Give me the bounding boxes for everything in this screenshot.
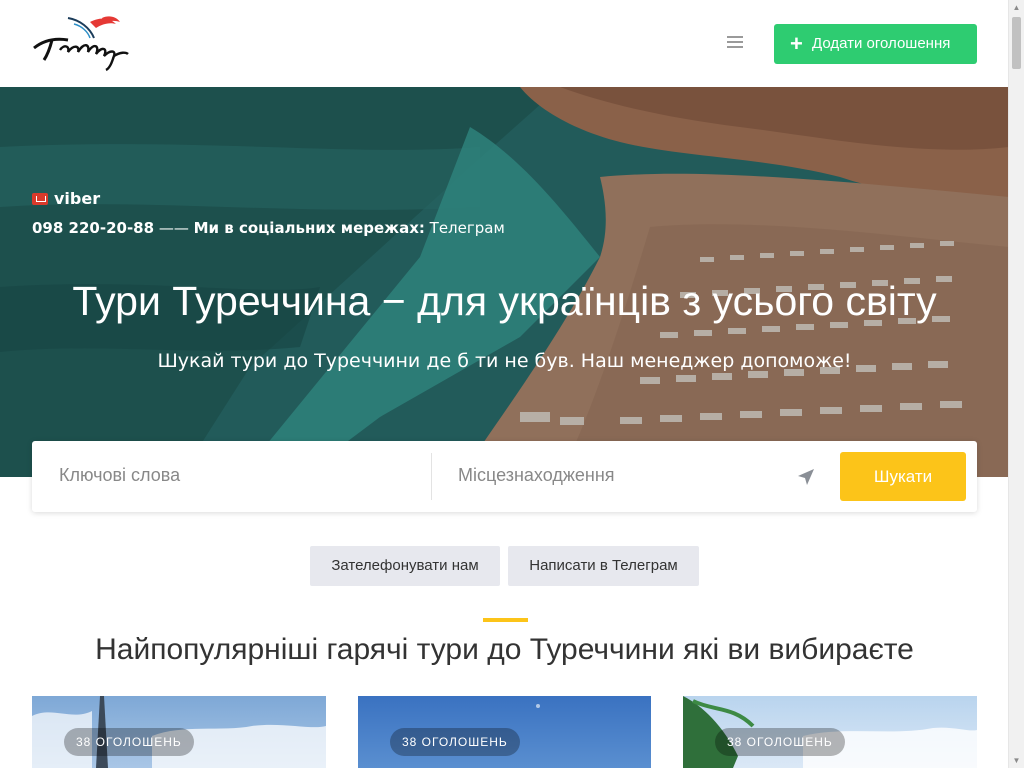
social-label: Ми в соціальних мережах: bbox=[193, 219, 425, 237]
keywords-input[interactable]: Ключові слова bbox=[59, 465, 180, 486]
viber-label: viber bbox=[54, 189, 101, 208]
call-us-button[interactable]: Зателефонувати нам bbox=[310, 546, 500, 586]
separator: —— bbox=[158, 219, 189, 237]
scroll-up-arrow-icon[interactable]: ▲ bbox=[1009, 0, 1024, 15]
burger-menu-icon[interactable] bbox=[727, 36, 743, 50]
add-listing-label: Додати оголошення bbox=[812, 35, 951, 52]
section-accent-bar bbox=[483, 618, 528, 622]
page: + Додати оголошення viber 098 220-20-88 … bbox=[0, 0, 1009, 768]
plus-icon: + bbox=[790, 31, 803, 56]
hero-subtitle: Шукай тури до Туреччини де б ти не був. … bbox=[157, 350, 852, 372]
telegram-link[interactable]: Телеграм bbox=[430, 219, 505, 237]
listing-count-badge: 38 ОГОЛОШЕНЬ bbox=[64, 728, 194, 756]
write-telegram-button[interactable]: Написати в Телеграм bbox=[508, 546, 699, 586]
hero-title: Тури Туреччина − для українців з усього … bbox=[72, 278, 937, 324]
viber-icon bbox=[32, 193, 48, 205]
search-button[interactable]: Шукати bbox=[840, 452, 966, 501]
page-scrollbar[interactable]: ▲ ▼ bbox=[1008, 0, 1024, 768]
tour-card[interactable]: 38 ОГОЛОШЕНЬ bbox=[683, 696, 977, 768]
add-listing-button[interactable]: + Додати оголошення bbox=[774, 24, 977, 64]
site-header: + Додати оголошення bbox=[0, 0, 1009, 88]
viber-contact[interactable]: viber bbox=[32, 189, 100, 208]
turkiye-logo[interactable] bbox=[30, 14, 134, 72]
tour-card[interactable]: 38 ОГОЛОШЕНЬ bbox=[358, 696, 651, 768]
phone-number[interactable]: 098 220-20-88 bbox=[32, 219, 154, 237]
contact-line: 098 220-20-88 —— Ми в соціальних мережах… bbox=[32, 219, 505, 237]
listing-count-badge: 38 ОГОЛОШЕНЬ bbox=[390, 728, 520, 756]
location-input[interactable]: Місцезнаходження bbox=[458, 465, 615, 486]
listing-count-badge: 38 ОГОЛОШЕНЬ bbox=[715, 728, 845, 756]
search-divider bbox=[431, 453, 432, 500]
popular-section-title: Найпопулярніші гарячі тури до Туреччини … bbox=[95, 633, 914, 666]
scrollbar-thumb[interactable] bbox=[1012, 17, 1021, 69]
scroll-down-arrow-icon[interactable]: ▼ bbox=[1009, 753, 1024, 768]
search-bar: Ключові слова Місцезнаходження Шукати bbox=[32, 441, 977, 512]
location-arrow-icon[interactable] bbox=[797, 468, 815, 486]
tour-card[interactable]: 38 ОГОЛОШЕНЬ bbox=[32, 696, 326, 768]
